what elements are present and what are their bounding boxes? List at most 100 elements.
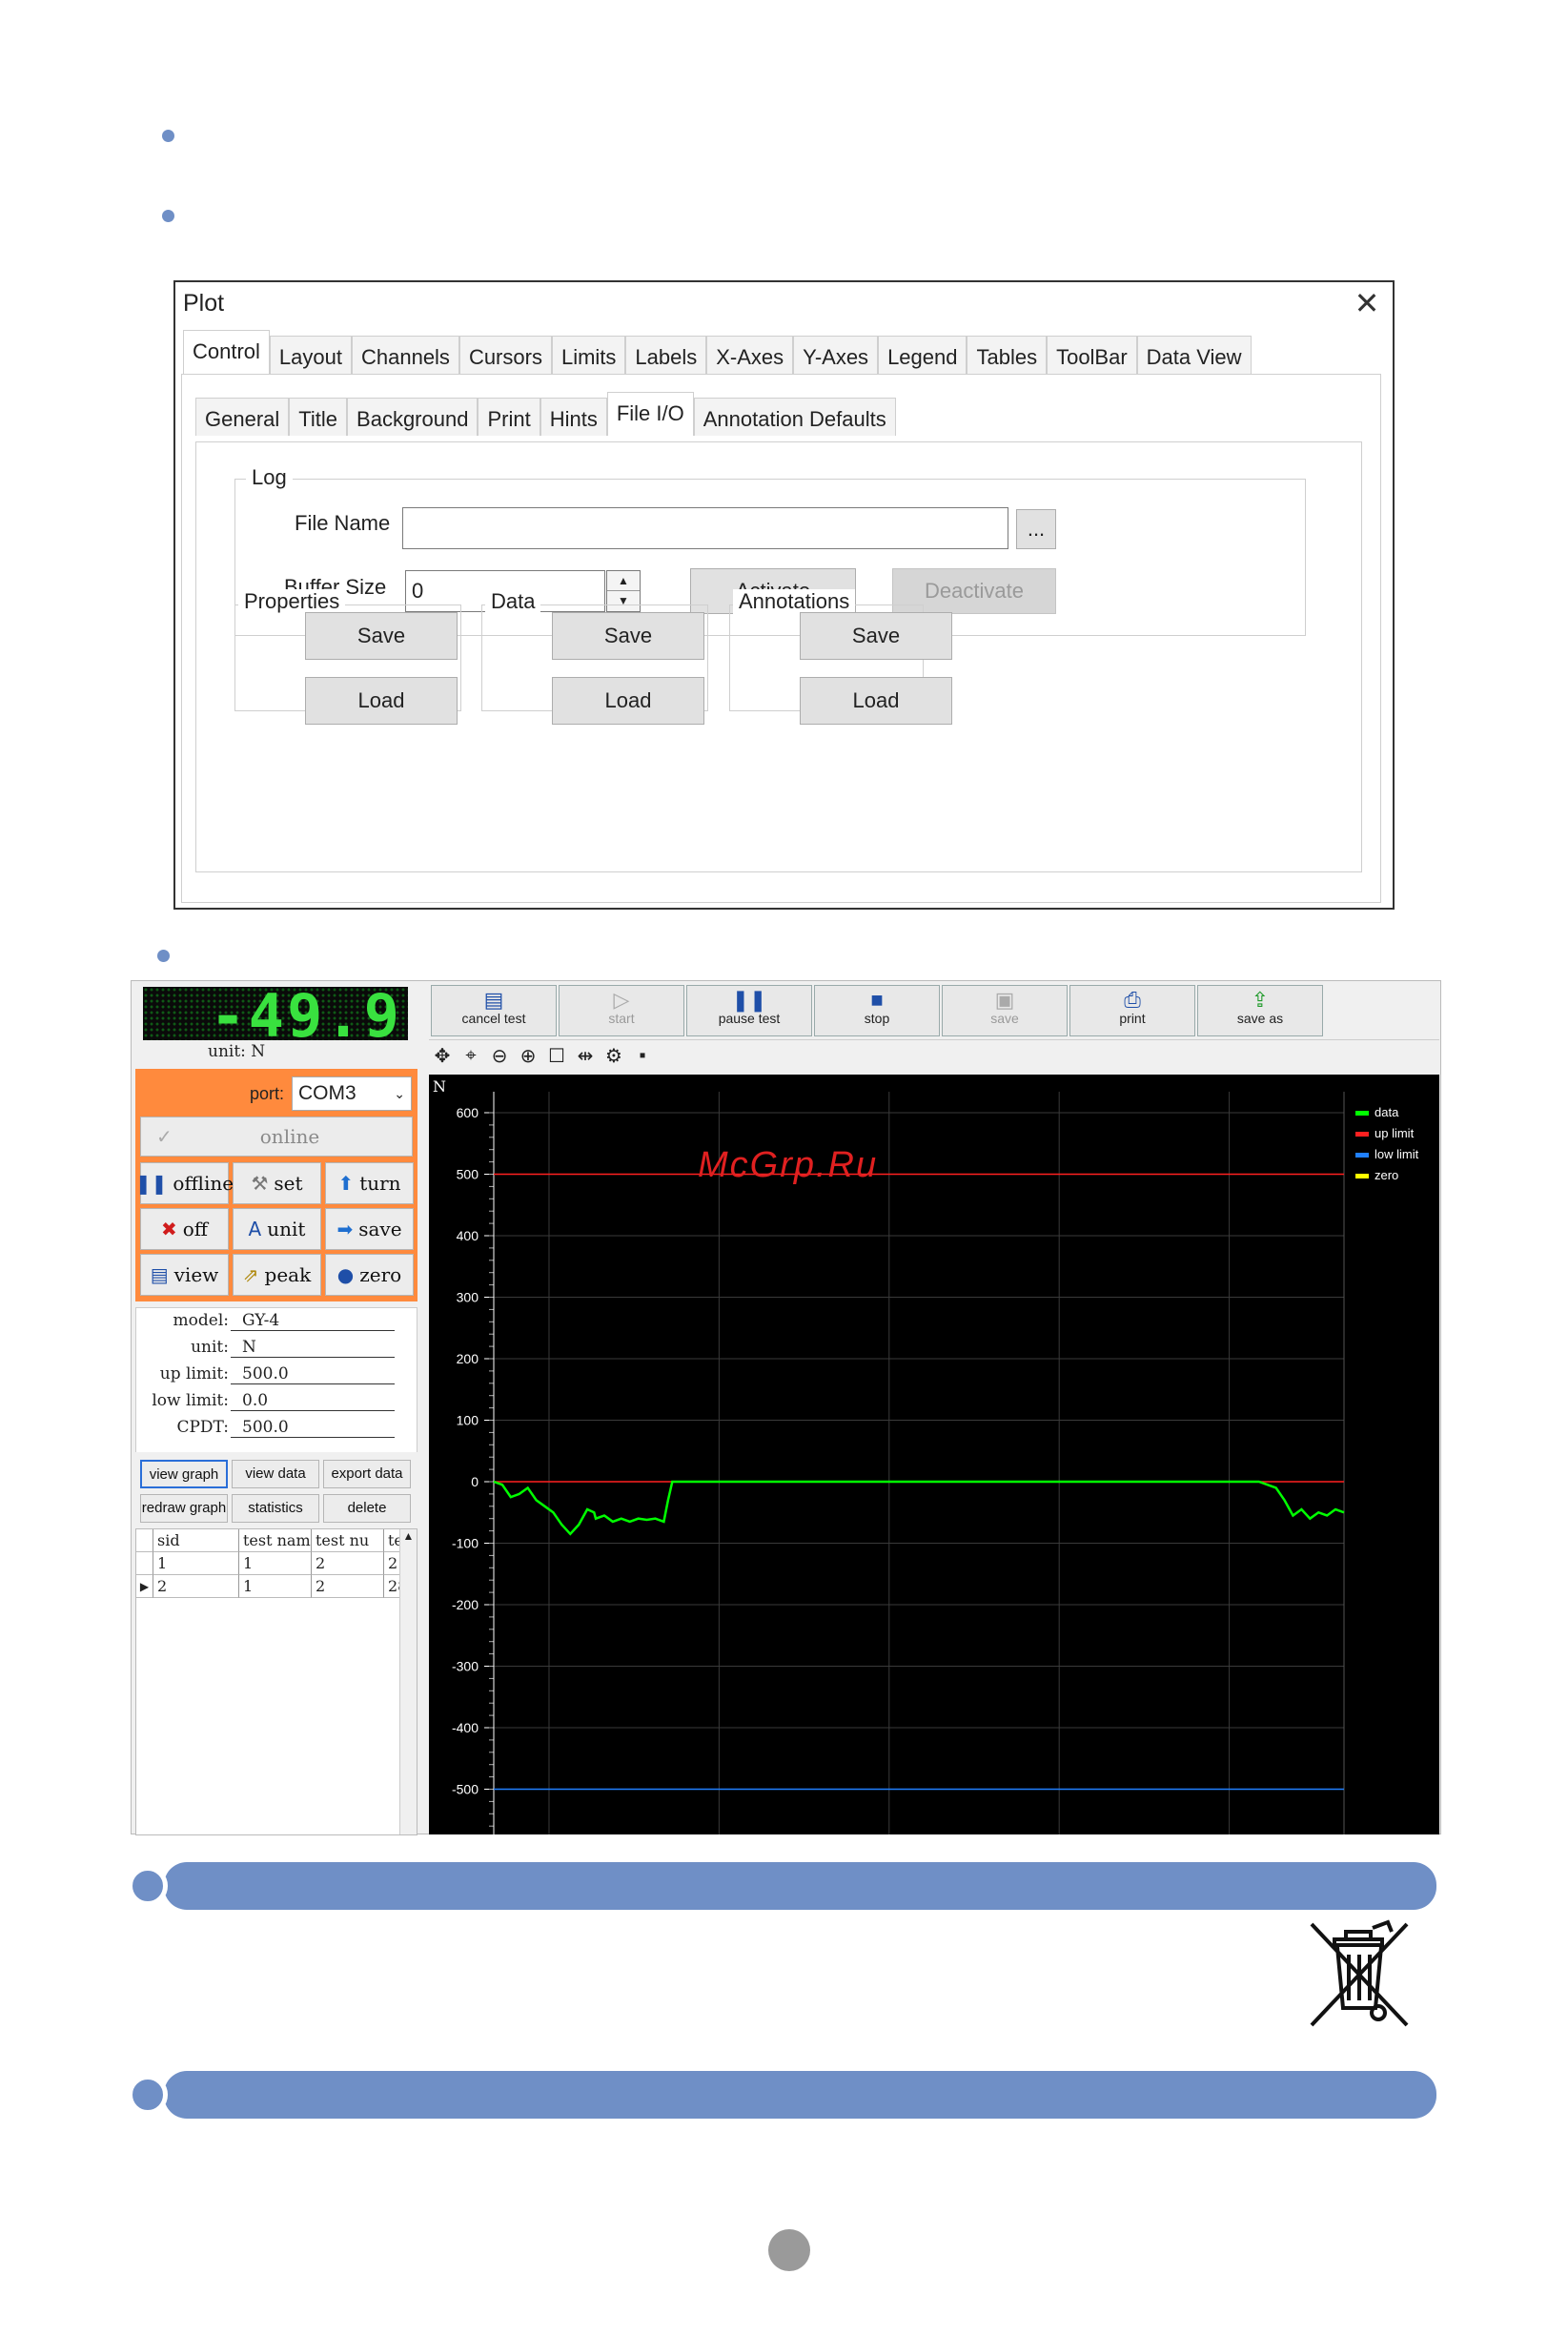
view-button[interactable]: ▤ view [140, 1254, 229, 1296]
main-tab-panel: General Title Background Print Hints File I/O… [181, 374, 1381, 903]
dot-icon: ● [336, 1263, 355, 1286]
hammer-icon: ⚒ [251, 1172, 269, 1195]
section-bar-2 [164, 2071, 1436, 2119]
subtab-title[interactable]: Title [289, 398, 348, 436]
table-scrollbar[interactable]: ▲ [399, 1529, 417, 1834]
tab-limits[interactable]: Limits [551, 336, 626, 374]
delete-button[interactable]: delete [323, 1494, 411, 1523]
table-header[interactable]: test nam [239, 1529, 312, 1552]
tab-x-axes[interactable]: X-Axes [706, 336, 794, 374]
play-icon: ▷ [613, 988, 630, 1012]
tab-channels[interactable]: Channels [351, 336, 459, 374]
annotations-load-button[interactable]: Load [800, 677, 952, 725]
info-label: model: [173, 1311, 229, 1330]
tab-y-axes[interactable]: Y-Axes [793, 336, 879, 374]
spin-up-icon[interactable]: ▲ [607, 571, 640, 591]
pause-icon: ❚❚ [134, 1172, 168, 1195]
tab-legend[interactable]: Legend [878, 336, 967, 374]
cancel-test-toolbar-button[interactable]: ▤ cancel test [431, 985, 557, 1036]
tab-labels[interactable]: Labels [625, 336, 707, 374]
dialog-title: Plot [183, 290, 225, 317]
tab-toolbar[interactable]: ToolBar [1047, 336, 1137, 374]
port-select[interactable]: COM3 ⌄ [292, 1076, 412, 1111]
save-toolbar-button[interactable]: ▣ save [942, 985, 1068, 1036]
browse-button[interactable]: ... [1016, 509, 1056, 549]
save-button[interactable]: ➡ save [325, 1208, 414, 1250]
scroll-up-icon[interactable]: ▲ [400, 1529, 417, 1543]
tab-control[interactable]: Control [183, 330, 270, 374]
off-label: off [182, 1218, 208, 1240]
section-dot-2 [128, 2075, 168, 2115]
data-load-button[interactable]: Load [552, 677, 704, 725]
subtab-general[interactable]: General [195, 398, 290, 436]
y-tick-label: 500 [457, 1167, 479, 1182]
properties-icon[interactable]: ⚙ [602, 1044, 625, 1068]
view-data-button[interactable]: view data [232, 1460, 319, 1488]
info-panel [135, 1307, 417, 1469]
unit-button[interactable]: Aunit [233, 1208, 321, 1250]
arrow-up-icon: ⬆ [337, 1172, 355, 1195]
annotations-legend: Annotations [733, 589, 856, 614]
subtab-file-i-o[interactable]: File I/O [606, 392, 694, 436]
document-icon: ▤ [483, 988, 504, 1012]
display-value: -49.9 [210, 987, 402, 1040]
chart-tools: ✥ ⌖ ⊖ ⊕ ☐ ⇹ ⚙ ▪ [431, 1044, 654, 1068]
table-header[interactable]: test nu [312, 1529, 384, 1552]
stop-toolbar-button[interactable]: ■ stop [814, 985, 940, 1036]
file-io-panel: Log File Name ... Buffer Size 0 ▲ ▼ Acti… [195, 441, 1362, 872]
tests-table: sidtest namtest nutes11221.▶21228. ▲ [135, 1528, 417, 1835]
tab-data-view[interactable]: Data View [1136, 336, 1252, 374]
zoom-in-icon[interactable]: ⊕ [517, 1044, 540, 1068]
zero-button[interactable]: ● zero [325, 1254, 414, 1296]
set-button[interactable]: ⚒ set [233, 1162, 321, 1204]
toolbar-label: save [990, 1011, 1019, 1026]
weee-bin-icon [1310, 1919, 1409, 2027]
turn-button[interactable]: ⬆ turn [325, 1162, 414, 1204]
pan-icon[interactable]: ✥ [431, 1044, 454, 1068]
subtab-print[interactable]: Print [478, 398, 540, 436]
pause-test-toolbar-button[interactable]: ❚❚ pause test [686, 985, 812, 1036]
select-box-icon[interactable]: ☐ [545, 1044, 568, 1068]
view-graph-button[interactable]: view graph [140, 1460, 228, 1488]
print-toolbar-button[interactable]: ⎙ print [1069, 985, 1195, 1036]
online-button[interactable]: ✓ online [140, 1117, 413, 1157]
subtab-background[interactable]: Background [347, 398, 479, 436]
export-data-button[interactable]: export data [323, 1460, 411, 1488]
offline-button[interactable]: ❚❚ offline [135, 1162, 234, 1204]
subtab-annotation-defaults[interactable]: Annotation Defaults [693, 398, 896, 436]
y-tick-label: 100 [457, 1413, 479, 1428]
table-header[interactable]: sid [153, 1529, 239, 1552]
off-button[interactable]: ✖ off [140, 1208, 229, 1250]
legend-swatch-up-limit [1355, 1132, 1369, 1137]
arrow-right-icon: ➡ [336, 1218, 354, 1240]
close-icon[interactable]: ✕ [1350, 286, 1384, 320]
zoom-out-icon[interactable]: ⊖ [488, 1044, 511, 1068]
start-toolbar-button[interactable]: ▷ start [559, 985, 684, 1036]
tab-cursors[interactable]: Cursors [458, 336, 552, 374]
subtab-hints[interactable]: Hints [540, 398, 607, 436]
peak-button[interactable]: ⇗ peak [233, 1254, 321, 1296]
info-label: unit: [191, 1338, 229, 1357]
y-tick-label: 0 [471, 1474, 479, 1489]
port-label: port: [250, 1084, 285, 1103]
cursor-split-icon[interactable]: ⇹ [574, 1044, 597, 1068]
annotations-save-button[interactable]: Save [800, 612, 952, 660]
properties-load-button[interactable]: Load [305, 677, 458, 725]
save-as-toolbar-button[interactable]: ⇪ save as [1197, 985, 1323, 1036]
toolbar-label: save as [1236, 1011, 1284, 1026]
file-name-input[interactable] [402, 507, 1008, 549]
tab-tables[interactable]: Tables [967, 336, 1048, 374]
properties-save-button[interactable]: Save [305, 612, 458, 660]
info-value: 500.0 [231, 1418, 395, 1438]
data-save-button[interactable]: Save [552, 612, 704, 660]
info-label: low limit: [152, 1391, 229, 1410]
force-display: -49.9 [143, 987, 408, 1040]
table-cell: 1 [239, 1552, 312, 1575]
tab-layout[interactable]: Layout [269, 336, 352, 374]
letter-a-icon: A [248, 1218, 262, 1240]
floppy-icon[interactable]: ▪ [631, 1045, 654, 1067]
statistics-button[interactable]: statistics [232, 1494, 319, 1523]
zoom-cursor-icon[interactable]: ⌖ [459, 1045, 482, 1067]
redraw-graph-button[interactable]: redraw graph [140, 1494, 228, 1523]
stop-icon: ■ [870, 988, 884, 1012]
